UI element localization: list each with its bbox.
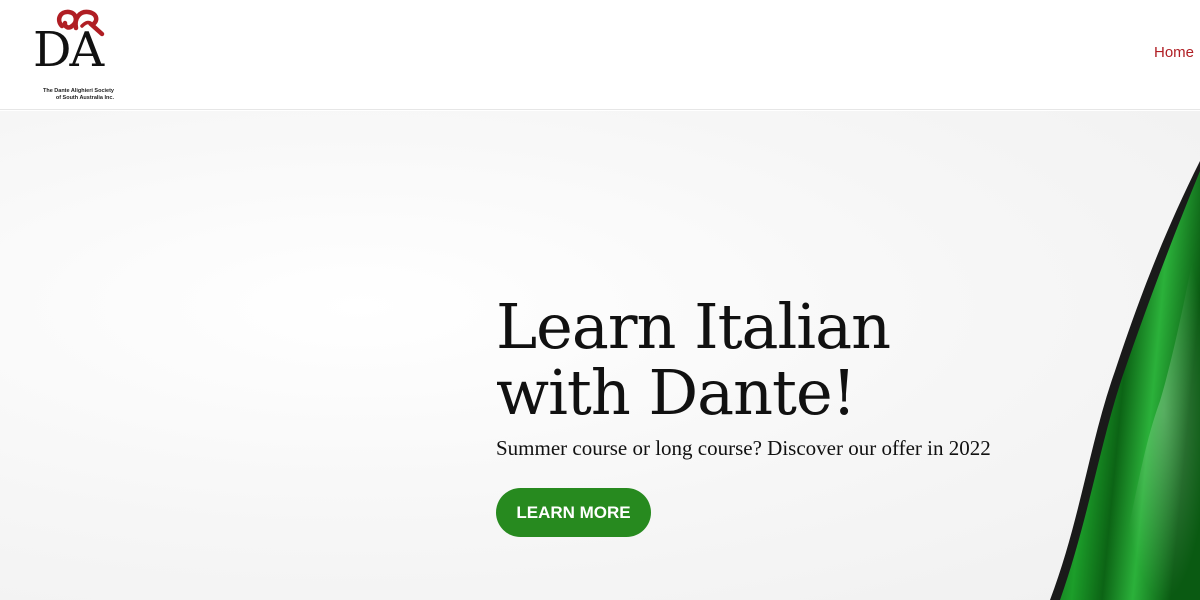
nav-home-link[interactable]: Home [1154,44,1194,61]
hero-content: Learn Italian with Dante! Summer course … [496,294,1056,537]
logo-caption-line2: of South Australia Inc. [55,95,114,101]
hero-title: Learn Italian with Dante! [496,290,891,429]
logo-caption: The Dante Alighieri Society of South Aus… [28,88,114,102]
learn-more-button[interactable]: LEARN MORE [496,488,651,537]
logo-monogram: DA [33,22,104,78]
hero-section: Learn Italian with Dante! Summer course … [0,111,1200,600]
site-header: DA The Dante Alighieri Society of South … [0,0,1200,110]
logo-caption-line1: The Dante Alighieri Society [42,88,114,94]
hero-subtitle: Summer course or long course? Discover o… [496,436,991,460]
page: DA The Dante Alighieri Society of South … [0,0,1200,600]
site-logo[interactable]: DA The Dante Alighieri Society of South … [28,8,118,104]
